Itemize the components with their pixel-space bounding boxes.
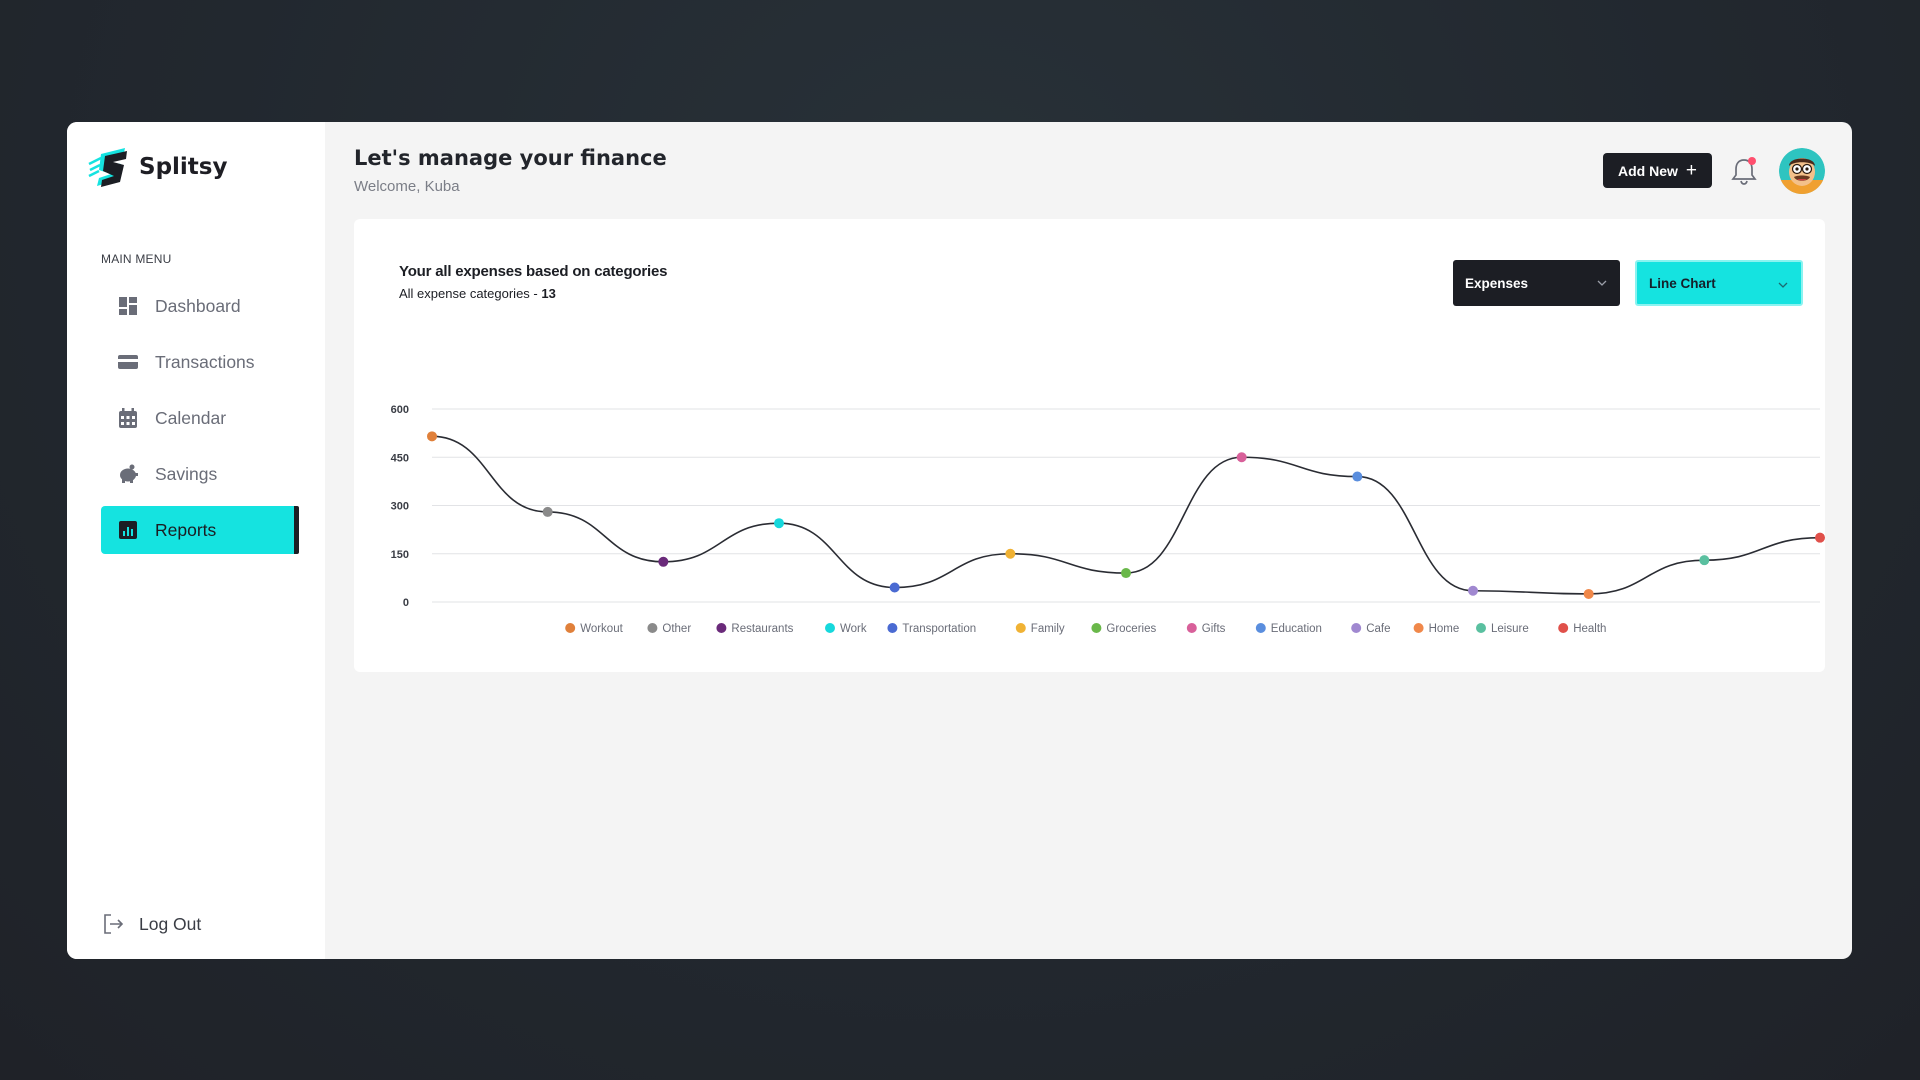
piggy-bank-icon — [117, 463, 139, 485]
legend-label: Health — [1573, 623, 1606, 635]
sidebar-item-calendar[interactable]: Calendar — [101, 394, 299, 442]
legend-marker — [647, 623, 658, 633]
data-point — [542, 506, 553, 517]
add-new-button[interactable]: Add New + — [1603, 153, 1712, 188]
legend-label: Transportation — [902, 623, 976, 635]
legend-label: Restaurants — [731, 623, 793, 635]
sidebar-item-dashboard[interactable]: Dashboard — [101, 282, 299, 330]
chevron-down-icon — [1778, 282, 1788, 288]
sidebar-item-label: Reports — [155, 519, 217, 540]
legend-label: Other — [662, 623, 691, 635]
legend-marker — [565, 623, 576, 633]
y-tick-label: 150 — [391, 549, 409, 561]
avatar[interactable] — [1779, 148, 1825, 194]
sidebar-item-transactions[interactable]: Transactions — [101, 338, 299, 386]
user-avatar-icon — [1779, 148, 1825, 194]
sidebar-item-label: Transactions — [155, 351, 255, 372]
legend-label: Leisure — [1491, 623, 1529, 635]
legend-marker — [1091, 623, 1102, 633]
expense-type-value: Expenses — [1465, 275, 1529, 291]
legend-marker — [1186, 623, 1197, 633]
legend-label: Groceries — [1106, 623, 1156, 635]
legend-marker — [1255, 623, 1266, 633]
legend-marker — [1558, 623, 1569, 633]
data-point — [1583, 588, 1594, 599]
data-point — [427, 431, 437, 442]
sidebar-item-reports[interactable]: Reports — [101, 506, 299, 554]
logout-label: Log Out — [139, 913, 202, 934]
categories-count: 13 — [541, 286, 556, 301]
card-icon — [117, 351, 139, 373]
legend-marker — [825, 623, 835, 633]
sidebar-item-label: Calendar — [155, 407, 227, 428]
data-point — [774, 518, 784, 529]
chart-type-select[interactable]: Line Chart — [1635, 260, 1803, 306]
page-title: Let's manage your finance — [354, 146, 667, 170]
legend-label: Home — [1429, 623, 1460, 635]
legend-label: Gifts — [1202, 623, 1226, 635]
legend-marker — [1351, 623, 1362, 633]
legend-label: Work — [840, 623, 867, 635]
legend-marker — [1015, 623, 1026, 633]
data-point — [1121, 568, 1131, 579]
y-tick-label: 0 — [403, 597, 409, 609]
legend-label: Education — [1271, 623, 1322, 635]
notification-dot — [1748, 157, 1756, 165]
legend-label: Family — [1031, 623, 1065, 635]
legend-marker — [716, 623, 727, 633]
main-content: Let's manage your finance Welcome, Kuba … — [325, 122, 1852, 959]
y-tick-label: 450 — [391, 452, 409, 464]
logout-button[interactable]: Log Out — [101, 912, 201, 936]
legend-marker — [1476, 623, 1486, 633]
data-point — [1005, 548, 1016, 559]
data-point — [658, 556, 669, 567]
card-title: Your all expenses based on categories — [399, 263, 668, 280]
legend-label: Workout — [580, 623, 623, 635]
sidebar: Splitsy MAIN MENU Dashboard Transactions — [67, 122, 325, 959]
welcome-text: Welcome, Kuba — [354, 178, 460, 195]
legend-marker — [887, 623, 898, 633]
y-tick-label: 600 — [391, 404, 409, 416]
categories-count-label: All expense categories - — [399, 286, 542, 301]
brand-logo[interactable]: Splitsy — [87, 144, 227, 190]
brand-name: Splitsy — [139, 154, 228, 180]
sidebar-item-label: Savings — [155, 463, 218, 484]
data-point — [1815, 532, 1825, 543]
legend-marker — [1413, 623, 1424, 633]
chart-type-value: Line Chart — [1649, 275, 1716, 291]
chevron-down-icon — [1597, 280, 1607, 286]
splitsy-logo-icon — [88, 148, 127, 187]
app-window: Splitsy MAIN MENU Dashboard Transactions — [67, 122, 1852, 959]
data-point — [1352, 471, 1363, 482]
data-point — [889, 582, 900, 593]
legend-label: Cafe — [1366, 623, 1390, 635]
y-tick-label: 300 — [391, 501, 409, 513]
data-point — [1236, 452, 1247, 463]
dashboard-icon — [117, 295, 139, 317]
sidebar-item-savings[interactable]: Savings — [101, 450, 299, 498]
card-subtitle: All expense categories - 13 — [399, 286, 556, 301]
calendar-icon — [117, 407, 139, 429]
main-menu-heading: MAIN MENU — [101, 252, 172, 266]
main-menu: Dashboard Transactions Calendar Savings — [101, 282, 299, 562]
sidebar-item-label: Dashboard — [155, 295, 241, 316]
chart-icon — [117, 519, 139, 541]
logout-icon — [104, 914, 124, 934]
data-point — [1468, 585, 1478, 596]
expense-type-select[interactable]: Expenses — [1453, 260, 1620, 306]
add-new-label: Add New — [1618, 162, 1678, 179]
expenses-line-chart: 0 150 300 450 600 Workout Other Restaurants Work… — [391, 404, 1825, 635]
plus-icon: + — [1685, 160, 1697, 181]
expenses-card: Your all expenses based on categories Al… — [354, 219, 1825, 672]
data-point — [1699, 555, 1710, 566]
